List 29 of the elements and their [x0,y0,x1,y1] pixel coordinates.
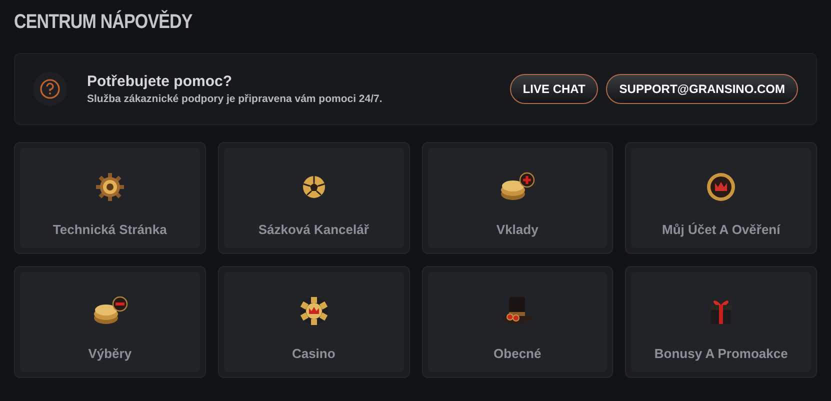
category-card[interactable]: Vklady [422,142,614,254]
poker-chip-icon [298,296,329,326]
category-card[interactable]: Technická Stránka [14,142,206,254]
category-label: Výběry [88,345,132,363]
category-label: Sázková Kancelář [258,221,369,239]
category-card[interactable]: Casino [218,266,410,378]
banner-heading: Potřebujete pomoc? [87,72,234,92]
category-label: Vklady [496,221,538,239]
email-button[interactable]: SUPPORT@GRANSINO.COM [606,74,798,104]
category-card[interactable]: Obecné [422,266,614,378]
category-label: Casino [292,345,336,363]
top-hat-icon [501,295,534,327]
category-card[interactable]: Výběry [14,266,206,378]
crown-coin-icon [706,172,736,202]
category-card[interactable]: Můj Účet A Ověření [625,142,817,254]
live-chat-button[interactable]: LIVE CHAT [510,74,598,104]
banner-text: Služba zákaznické podpory je připravena vám pomoci 24/7. [87,92,382,106]
ball-icon [302,175,326,199]
question-icon [33,72,67,106]
category-label: Technická Stránka [52,221,167,239]
category-label: Bonusy A Promoakce [654,345,788,363]
coins-plus-icon [499,172,536,202]
coins-minus-icon [92,296,128,326]
category-label: Obecné [494,345,542,363]
gear-icon [94,172,125,202]
page-title: CENTRUM NÁPOVĚDY [14,10,194,34]
category-label: Můj Účet A Ověření [662,221,780,239]
category-card[interactable]: Bonusy A Promoakce [625,266,817,378]
category-card[interactable]: Sázková Kancelář [218,142,410,254]
